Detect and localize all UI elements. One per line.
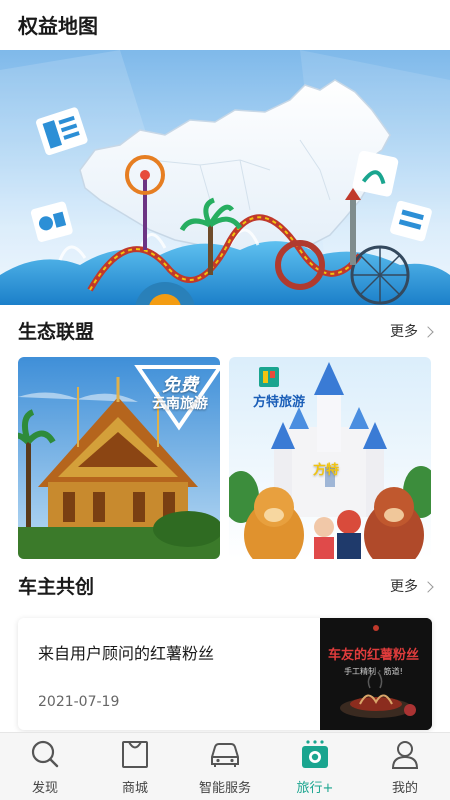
fangte-brand-label: 方特旅游 bbox=[253, 395, 306, 410]
yunnan-travel-card[interactable]: 免费 云南旅游 bbox=[18, 357, 220, 559]
tab-mall[interactable]: 商城 bbox=[90, 733, 180, 800]
cocreate-section-header: 车主共创 更多 bbox=[18, 573, 434, 601]
news-thumb-subtitle: 手工精制 · 筋道! bbox=[344, 667, 403, 676]
more-label: 更多 bbox=[390, 579, 418, 595]
tab-label: 发现 bbox=[31, 781, 58, 796]
bottom-tab-bar: 发现 商城 智能服务 旅行+ 我的 bbox=[0, 732, 450, 800]
china-map-illustration bbox=[0, 50, 450, 305]
tab-label: 智能服务 bbox=[198, 781, 251, 796]
tab-label: 商城 bbox=[121, 781, 148, 796]
user-icon bbox=[391, 741, 419, 769]
search-icon bbox=[31, 740, 59, 768]
tab-discover[interactable]: 发现 bbox=[0, 733, 90, 800]
ecosystem-section-header: 生态联盟 更多 bbox=[18, 318, 434, 346]
tab-mine[interactable]: 我的 bbox=[360, 733, 450, 800]
news-card[interactable]: 来自用户顾问的红薯粉丝 2021-07-19 车友的红薯粉丝 手工精制 · 筋道… bbox=[18, 618, 432, 730]
ferris-wheel bbox=[350, 245, 410, 305]
car-icon bbox=[211, 743, 239, 767]
news-title: 来自用户顾问的红薯粉丝 bbox=[38, 644, 215, 663]
tab-travel[interactable]: 旅行+ bbox=[270, 733, 360, 800]
cocreate-more-link[interactable]: 更多 bbox=[390, 575, 434, 599]
fangte-travel-card[interactable]: 方特旅游 方特 bbox=[229, 357, 431, 559]
tab-label: 我的 bbox=[391, 781, 418, 796]
chevron-right-icon bbox=[422, 326, 434, 338]
more-label: 更多 bbox=[390, 324, 418, 340]
news-thumbnail: 车友的红薯粉丝 手工精制 · 筋道! bbox=[320, 618, 432, 730]
news-thumb-title: 车友的红薯粉丝 bbox=[328, 648, 420, 663]
ecosystem-more-link[interactable]: 更多 bbox=[390, 320, 434, 344]
news-date: 2021-07-19 bbox=[38, 694, 120, 710]
camera-icon bbox=[302, 740, 328, 768]
page-title: 权益地图 bbox=[18, 14, 98, 38]
section-title: 车主共创 bbox=[18, 576, 95, 598]
hero-banner[interactable] bbox=[0, 50, 450, 305]
castle-photo bbox=[229, 357, 431, 559]
yunnan-badge-line2: 云南旅游 bbox=[152, 396, 208, 412]
shopping-bag-icon bbox=[122, 741, 148, 768]
chevron-right-icon bbox=[422, 581, 434, 593]
section-title: 生态联盟 bbox=[18, 321, 95, 343]
tab-smart-service[interactable]: 智能服务 bbox=[180, 733, 270, 800]
tab-label: 旅行+ bbox=[296, 781, 334, 796]
fangte-sign-label: 方特 bbox=[313, 463, 340, 478]
